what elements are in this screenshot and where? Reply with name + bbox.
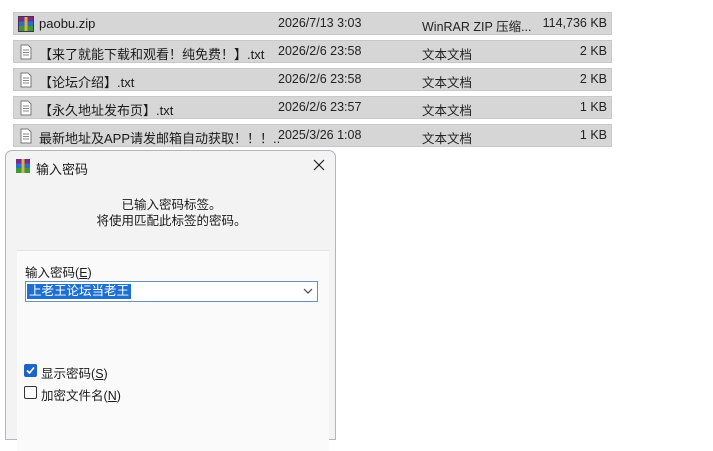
checkbox-checked[interactable] [24, 364, 37, 377]
file-date: 2026/2/6 23:58 [278, 44, 362, 58]
file-row[interactable]: 最新地址及APP请发邮箱自动获取！！！.... 2025/3/26 1:08 文… [13, 124, 612, 147]
password-dialog: 输入密码 已输入密码标签。 将使用匹配此标签的密码。 输入密码(E) 上老王论坛… [5, 150, 336, 451]
file-row[interactable]: 【来了就能下载和观看！纯免费！】.txt 2026/2/6 23:58 文本文档… [13, 40, 612, 63]
file-name: paobu.zip [39, 16, 96, 31]
text-file-icon [20, 100, 32, 116]
show-password-label: 显示密码(S) [41, 367, 108, 381]
file-row[interactable]: 【论坛介绍】.txt 2026/2/6 23:58 文本文档 2 KB [13, 68, 612, 91]
encrypt-filenames-label: 加密文件名(N) [41, 389, 121, 403]
file-type: 文本文档 [422, 48, 473, 62]
file-date: 2025/3/26 1:08 [278, 128, 362, 142]
password-input[interactable]: 上老王论坛当老王 [25, 281, 318, 302]
file-type: 文本文档 [422, 132, 473, 146]
file-type: 文本文档 [422, 104, 473, 118]
file-size: 1 KB [579, 128, 607, 142]
file-date: 2026/2/6 23:57 [278, 100, 362, 114]
file-name: 最新地址及APP请发邮箱自动获取！！！.... [39, 131, 279, 146]
file-name: 【永久地址发布页】.txt [39, 103, 174, 118]
file-list: paobu.zip 2026/7/13 3:03 WinRAR ZIP 压缩..… [13, 12, 612, 152]
file-type: WinRAR ZIP 压缩... [422, 20, 532, 34]
file-size: 114,736 KB [542, 16, 607, 30]
text-file-icon [20, 44, 32, 60]
file-size: 2 KB [579, 44, 607, 58]
file-size: 2 KB [579, 72, 607, 86]
password-panel: 输入密码(E) 上老王论坛当老王 显示密码(S) 加密文件名(N) [17, 250, 329, 451]
file-row[interactable]: 【永久地址发布页】.txt 2026/2/6 23:57 文本文档 1 KB [13, 96, 612, 119]
password-value: 上老王论坛当老王 [27, 284, 132, 299]
password-label: 输入密码(E) [25, 266, 92, 280]
winrar-archive-icon [18, 16, 34, 32]
file-date: 2026/2/6 23:58 [278, 72, 362, 86]
file-name: 【论坛介绍】.txt [39, 75, 135, 90]
file-type: 文本文档 [422, 76, 473, 90]
file-date: 2026/7/13 3:03 [278, 16, 362, 30]
checkbox-unchecked[interactable] [24, 386, 37, 399]
checkmark-icon [26, 366, 35, 375]
file-size: 1 KB [579, 100, 607, 114]
file-name: 【来了就能下载和观看！纯免费！】.txt [39, 47, 265, 62]
text-file-icon [20, 128, 32, 144]
dialog-title: 输入密码 [36, 162, 89, 177]
chevron-down-icon[interactable] [303, 287, 313, 295]
close-icon[interactable] [311, 157, 327, 173]
file-row[interactable]: paobu.zip 2026/7/13 3:03 WinRAR ZIP 压缩..… [13, 12, 612, 35]
text-file-icon [20, 72, 32, 88]
dialog-message-line2: 将使用匹配此标签的密码。 [96, 214, 247, 228]
winrar-app-icon [16, 159, 30, 173]
